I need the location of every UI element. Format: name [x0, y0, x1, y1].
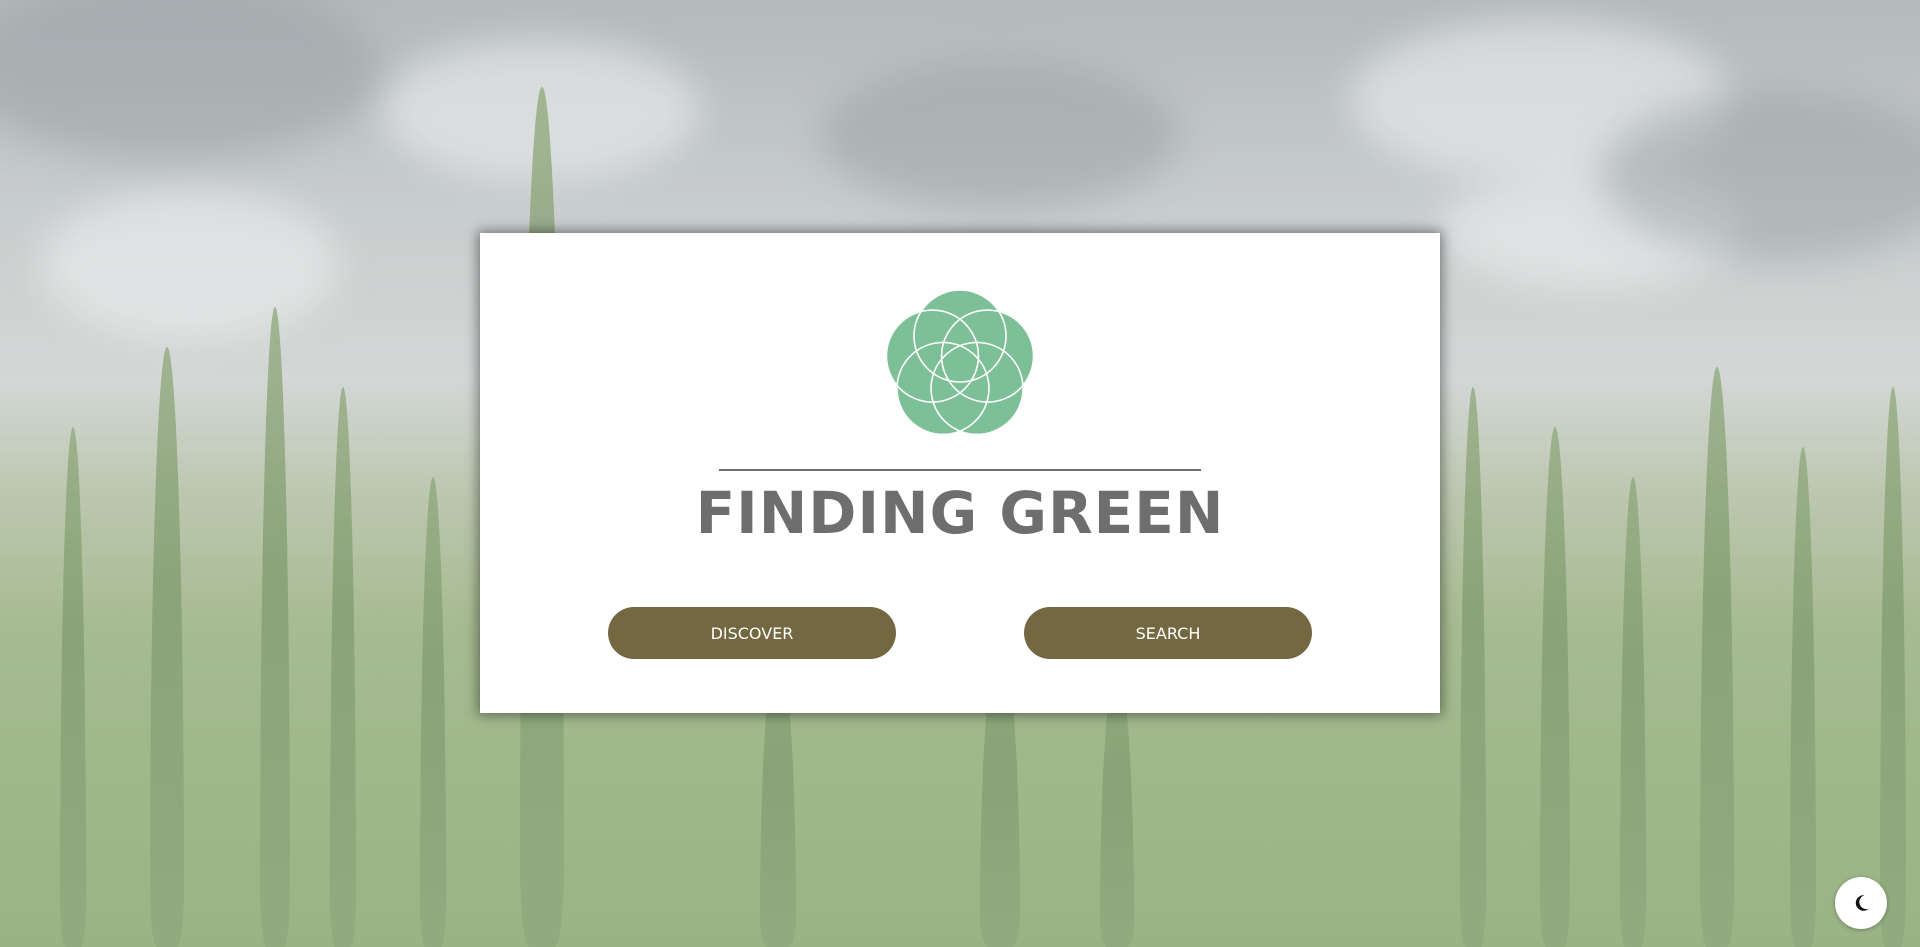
search-button[interactable]: SEARCH	[1024, 607, 1312, 659]
theme-toggle-button[interactable]	[1835, 877, 1887, 929]
moon-icon	[1855, 895, 1869, 911]
landing-card: FINDING GREEN DISCOVER SEARCH	[480, 233, 1440, 713]
discover-button[interactable]: DISCOVER	[608, 607, 896, 659]
title-divider	[719, 469, 1201, 471]
site-title: FINDING GREEN	[695, 479, 1225, 547]
flower-logo-icon	[885, 289, 1035, 436]
